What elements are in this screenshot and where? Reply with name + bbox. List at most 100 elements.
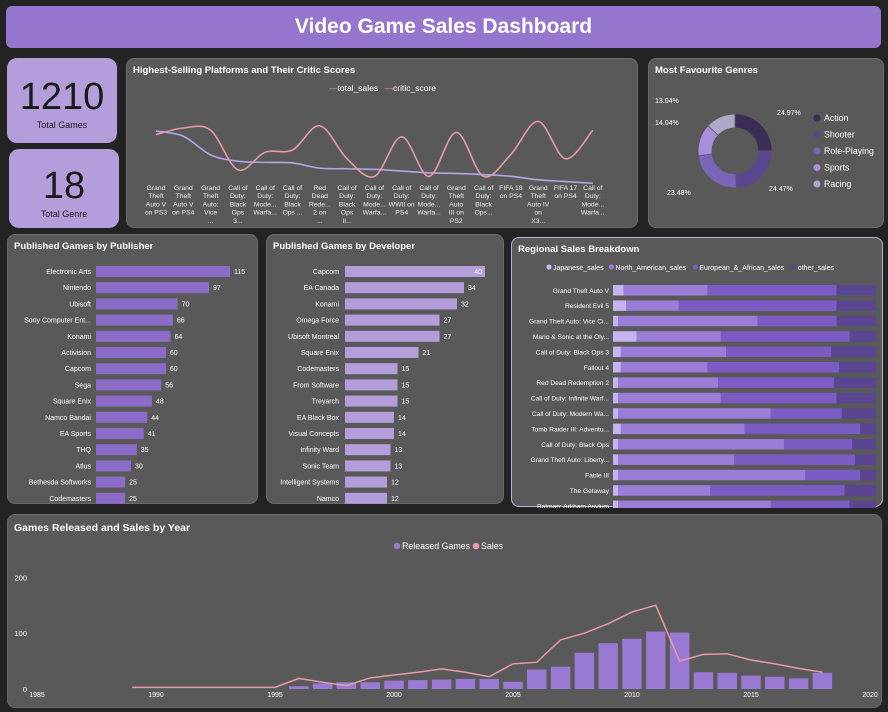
bar [96, 298, 178, 310]
year-bar [693, 672, 714, 689]
bar-value-label: 30 [135, 463, 143, 470]
platforms-x-tick-label: Call of Duty: WWII on PS4 [389, 185, 415, 217]
bar [345, 411, 394, 423]
bar-value-label: 13 [395, 447, 403, 454]
bar [345, 460, 391, 472]
genre-slice-role-playing [697, 153, 737, 189]
total-games-card[interactable]: 1210 Total Games [7, 58, 117, 143]
regional-legend-label: Japanese_sales [553, 265, 604, 272]
platforms-x-tick-label: Call of Duty: Mode... Warfa... [253, 185, 277, 217]
regional-segment [707, 362, 840, 373]
bar-value-label: 44 [151, 415, 159, 422]
genre-legend-swatch [813, 164, 821, 171]
bar [96, 266, 230, 277]
regional-category-label: Call of Duty: Modern Wa... [532, 411, 609, 418]
regional-category-label: Fallout 4 [584, 365, 610, 372]
dashboard-header: Video Game Sales Dashboard [6, 6, 881, 48]
bar-category-label: Sony Computer Ent... [24, 318, 91, 325]
year-bar [408, 680, 428, 689]
regional-legend-swatch [546, 264, 552, 270]
regional-segment [618, 500, 771, 508]
regional-category-label: Call of Duty: Black Ops [541, 442, 609, 449]
bar-category-label: EA Sports [60, 431, 92, 438]
regional-segment [833, 377, 876, 388]
year-bar [384, 680, 404, 689]
genre-slice-shooter [735, 150, 773, 189]
bar-value-label: 25 [129, 496, 137, 503]
total-games-label: Total Games [36, 120, 88, 130]
regional-segment [626, 300, 679, 311]
bar [96, 444, 137, 456]
total-genre-card[interactable]: 18 Total Genre [9, 149, 119, 228]
platforms-panel: Highest-Selling Platforms and Their Crit… [126, 58, 638, 228]
publisher-bar-chart: Electronic Arts 115 Nintendo 97 Ubisoft 70 Son… [24, 266, 245, 504]
regional-segment [636, 331, 721, 342]
bar [345, 314, 440, 326]
bar-category-label: Square Enix [53, 399, 92, 406]
regional-segment [757, 315, 837, 327]
bar-value-label: 15 [402, 366, 410, 373]
regional-segment [618, 439, 784, 450]
bar [96, 411, 148, 423]
regional-legend-swatch [608, 264, 614, 270]
bar-value-label: 40 [474, 269, 482, 276]
bar-category-label: Codemasters [49, 496, 91, 503]
legend-released-swatch [393, 542, 401, 550]
regional-category-label: Grand Theft Auto: Vice Ci... [529, 319, 609, 326]
regional-category-label: Fable III [585, 473, 609, 480]
bar [345, 428, 394, 439]
regional-segment [841, 408, 876, 419]
platforms-x-tick-label: Call of Duty: Mode... Warfa... [581, 185, 605, 217]
bar [96, 395, 152, 407]
bar-value-label: 56 [165, 382, 173, 389]
bar-category-label: Sega [75, 382, 91, 389]
platforms-x-tick-label: FIFA 17 on PS4 [554, 185, 578, 200]
yearly-x-tick-label: 2000 [386, 692, 402, 699]
genre-legend-label: Role-Playing [824, 146, 874, 156]
regional-segment [618, 485, 711, 496]
regional-segment [613, 500, 619, 508]
regional-segment [618, 377, 719, 388]
genre-legend-swatch [813, 131, 821, 138]
regional-segment [860, 423, 876, 435]
bar-category-label: THQ [76, 447, 91, 454]
regional-segment [620, 346, 727, 358]
regional-segment [613, 408, 619, 419]
bar-value-label: 66 [177, 318, 185, 325]
bar-category-label: Ubisoft [69, 301, 91, 308]
regional-segment [707, 285, 837, 296]
bar [96, 428, 144, 439]
year-bar [527, 669, 547, 689]
bar-value-label: 64 [175, 334, 183, 341]
bar-value-label: 34 [468, 285, 476, 292]
bar-value-label: 27 [444, 318, 452, 325]
genre-legend-label: Action [824, 113, 849, 123]
regional-segment [613, 392, 619, 404]
regional-category-label: Call of Duty: Infinite Warf... [531, 396, 609, 403]
bar-category-label: Electronic Arts [46, 269, 91, 276]
platforms-x-tick-label: Grand Theft Auto III on PS2 [447, 185, 466, 225]
yearly-y-tick-label: 200 [14, 573, 27, 582]
regional-segment [718, 377, 834, 388]
year-bar [431, 679, 452, 689]
platforms-x-tick-label: Red Dead Rede... 2 on... [309, 185, 331, 225]
regional-segment [618, 392, 721, 404]
yearly-x-tick-label: 2020 [862, 692, 878, 699]
bar [345, 492, 387, 504]
genres-panel: Most Favourite Genres 24.97% 24.47% 23.48%… [648, 58, 884, 228]
regional-segment [618, 469, 805, 481]
developer-bar-chart: Capcom 40 EA Canada 34 Konami 32 Omega Force 27… [280, 266, 485, 504]
genre-slice-value-label: 14.04% [655, 120, 679, 127]
regional-segment [618, 408, 771, 419]
regional-segment [733, 454, 855, 465]
regional-segment [613, 423, 621, 435]
bar-category-label: From Software [293, 382, 339, 389]
bar [345, 395, 398, 407]
regional-segment [613, 331, 637, 342]
regional-segment [726, 346, 832, 358]
regional-segment [613, 315, 619, 327]
total-sales-line [155, 130, 593, 185]
regional-segment [844, 485, 876, 496]
bar-value-label: 13 [395, 463, 403, 470]
regional-category-label: Grand Theft Auto V [553, 288, 610, 295]
